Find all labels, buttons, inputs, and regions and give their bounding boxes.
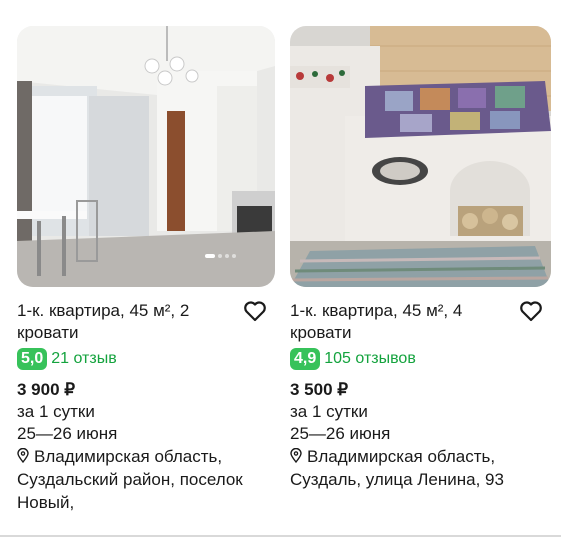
address-text: Владимирская область, Суздальский район,… xyxy=(17,447,243,512)
stay-dates: 25—26 июня xyxy=(290,424,391,443)
listing-card[interactable]: 1-к. квартира, 45 м², 4 кровати 4,9 105 … xyxy=(290,26,551,491)
price-period: за 1 сутки xyxy=(290,402,368,421)
pagination-dot[interactable] xyxy=(205,254,215,258)
rating-badge: 4,9 xyxy=(290,348,321,370)
photo-pagination[interactable] xyxy=(205,254,236,258)
reviews-link[interactable]: 105 отзывов xyxy=(324,350,416,368)
listing-title[interactable]: 1-к. квартира, 45 м², 2 кровати xyxy=(17,300,232,344)
heart-outline-icon[interactable] xyxy=(243,300,267,322)
listing-address: Владимирская область, Суздальский район,… xyxy=(17,445,275,514)
address-text: Владимирская область, Суздаль, улица Лен… xyxy=(290,447,504,489)
listing-price: 3 900 ₽ xyxy=(17,380,76,399)
rating-row: 5,0 21 отзыв xyxy=(17,348,275,370)
pagination-dot[interactable] xyxy=(225,254,229,258)
pagination-dot[interactable] xyxy=(232,254,236,258)
pagination-dot[interactable] xyxy=(218,254,222,258)
price-period: за 1 сутки xyxy=(17,402,95,421)
listing-price: 3 500 ₽ xyxy=(290,380,349,399)
reviews-link[interactable]: 21 отзыв xyxy=(51,350,116,368)
stay-dates: 25—26 июня xyxy=(17,424,118,443)
listing-address: Владимирская область, Суздаль, улица Лен… xyxy=(290,445,551,491)
rating-row: 4,9 105 отзывов xyxy=(290,348,551,370)
rating-badge: 5,0 xyxy=(17,348,48,370)
listing-photo[interactable] xyxy=(290,26,551,287)
listing-title[interactable]: 1-к. квартира, 45 м², 4 кровати xyxy=(290,300,505,344)
listing-card[interactable]: 1-к. квартира, 45 м², 2 кровати 5,0 21 о… xyxy=(17,26,275,514)
heart-outline-icon[interactable] xyxy=(519,300,543,322)
location-pin-icon xyxy=(17,448,29,463)
location-pin-icon xyxy=(290,448,302,463)
listing-photo[interactable] xyxy=(17,26,275,287)
